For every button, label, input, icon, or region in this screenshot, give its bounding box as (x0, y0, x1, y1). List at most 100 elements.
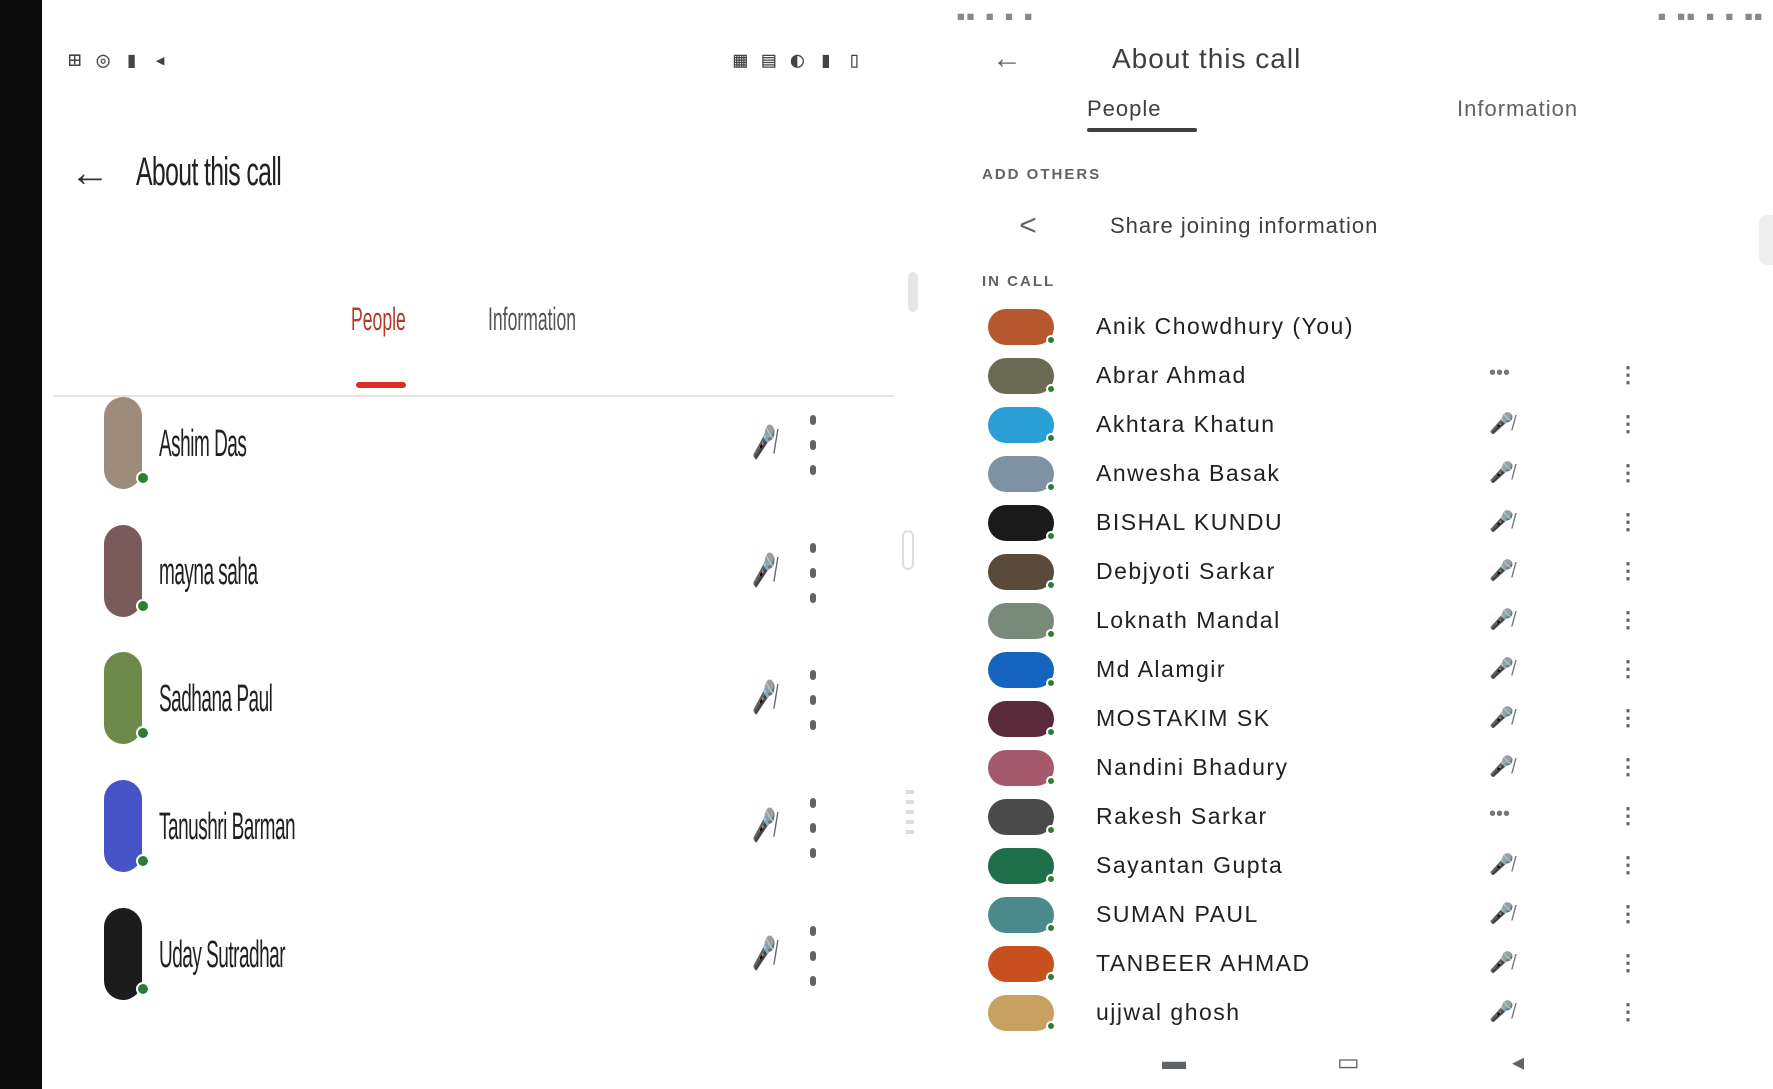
mic-off-icon: 🎤̸ (1489, 511, 1514, 533)
left-header: ← About this call (70, 150, 370, 195)
mic-off-icon: 🎤̸ (751, 552, 776, 588)
participant-name: MOSTAKIM SK (1096, 705, 1271, 731)
more-options-icon[interactable] (809, 543, 817, 603)
system-nav-bar: ▬ ▭ ◂ (932, 1040, 1773, 1080)
back-nav-icon[interactable]: ◂ (1512, 1048, 1524, 1077)
mic-off-icon: 🎤̸ (1489, 560, 1514, 582)
participant-name: Akhtara Khatun (1096, 411, 1276, 437)
mic-off-icon: 🎤̸ (1489, 658, 1514, 680)
participant-name: Anwesha Basak (1096, 460, 1281, 486)
participant-name: Nandini Bhadury (1096, 754, 1289, 780)
tab-information[interactable]: Information (1457, 96, 1578, 122)
participant-row[interactable]: Md Alamgir 🎤̸ ⋮ (982, 648, 1652, 692)
participant-row[interactable]: Tanushri Barman 🎤̸ (104, 776, 864, 876)
page-title: About this call (1112, 43, 1302, 74)
presence-badge (1046, 335, 1056, 345)
avatar (988, 652, 1056, 688)
participant-row[interactable]: TANBEER AHMAD 🎤̸ ⋮ (982, 942, 1652, 986)
in-call-header: IN CALL (982, 273, 1056, 290)
mic-off-icon: 🎤̸ (1489, 609, 1514, 631)
mic-off-icon: 🎤̸ (1489, 707, 1514, 729)
more-options-icon[interactable]: ⋮ (1617, 509, 1639, 535)
scroll-handle[interactable] (902, 530, 914, 570)
left-call-details-panel: ⊞ ◎ ▮ ◂ ▦ ▤ ◐ ▮ ▯ ← About this call Peop… (42, 0, 932, 1089)
avatar (988, 995, 1056, 1031)
participant-name: BISHAL KUNDU (1096, 509, 1284, 535)
presence-badge (1046, 727, 1056, 737)
left-black-border (0, 0, 42, 1089)
share-joining-info-button[interactable]: < Share joining information (982, 203, 1722, 249)
more-options-icon[interactable]: ⋮ (1617, 852, 1639, 878)
participant-name: Uday Sutradhar (159, 934, 286, 976)
presence-badge (1046, 923, 1056, 933)
participant-row[interactable]: Sayantan Gupta 🎤̸ ⋮ (982, 844, 1652, 888)
mic-off-icon: 🎤̸ (1489, 854, 1514, 876)
more-options-icon[interactable]: ⋮ (1617, 460, 1639, 486)
recent-apps-icon[interactable]: ▬ (1162, 1048, 1186, 1076)
participant-row[interactable]: BISHAL KUNDU 🎤̸ ⋮ (982, 501, 1652, 545)
right-status-icons-left: ▪▪ ▪ ▪ ▪ (956, 6, 1034, 25)
more-options-icon[interactable]: ⋮ (1617, 754, 1639, 780)
mic-off-icon: 🎤̸ (1489, 952, 1514, 974)
more-options-icon[interactable]: ⋮ (1617, 950, 1639, 976)
avatar (988, 897, 1056, 933)
presence-badge (1046, 825, 1056, 835)
drag-handle[interactable] (906, 790, 914, 834)
back-arrow-icon[interactable]: ← (70, 153, 110, 193)
more-options-icon[interactable] (809, 798, 817, 858)
add-others-header: ADD OTHERS (982, 166, 1102, 183)
edge-handle[interactable] (1759, 215, 1773, 265)
avatar (988, 309, 1056, 345)
more-options-icon[interactable]: ⋮ (1617, 705, 1639, 731)
participant-row[interactable]: Nandini Bhadury 🎤̸ ⋮ (982, 746, 1652, 790)
participant-row[interactable]: Uday Sutradhar 🎤̸ (104, 904, 864, 1004)
presence-badge (136, 854, 150, 868)
speaking-indicator-icon: ••• (1489, 803, 1511, 825)
more-options-icon[interactable]: ⋮ (1617, 411, 1639, 437)
participant-row[interactable]: Sadhana Paul 🎤̸ (104, 648, 864, 748)
participant-row[interactable]: Akhtara Khatun 🎤̸ ⋮ (982, 403, 1652, 447)
avatar (988, 358, 1056, 394)
participant-name: Ashim Das (159, 423, 247, 465)
more-options-icon[interactable]: ⋮ (1617, 362, 1639, 388)
back-arrow-icon[interactable]: ← (992, 42, 1032, 76)
avatar (988, 505, 1056, 541)
participant-row[interactable]: mayna saha 🎤̸ (104, 521, 864, 621)
more-options-icon[interactable]: ⋮ (1617, 999, 1639, 1025)
participant-name: Loknath Mandal (1096, 607, 1281, 633)
presence-badge (1046, 531, 1056, 541)
participant-row[interactable]: SUMAN PAUL 🎤̸ ⋮ (982, 893, 1652, 937)
scroll-handle[interactable] (908, 272, 918, 312)
presence-badge (1046, 972, 1056, 982)
mic-off-icon: 🎤̸ (1489, 756, 1514, 778)
more-options-icon[interactable]: ⋮ (1617, 656, 1639, 682)
more-options-icon[interactable]: ⋮ (1617, 558, 1639, 584)
avatar (104, 397, 150, 489)
tab-people[interactable]: People (351, 301, 406, 338)
tab-information[interactable]: Information (488, 301, 576, 338)
presence-badge (1046, 678, 1056, 688)
mic-off-icon: 🎤̸ (1489, 413, 1514, 435)
avatar (988, 407, 1056, 443)
participant-row[interactable]: Debjyoti Sarkar 🎤̸ ⋮ (982, 550, 1652, 594)
more-options-icon[interactable] (809, 415, 817, 475)
participant-row[interactable]: MOSTAKIM SK 🎤̸ ⋮ (982, 697, 1652, 741)
home-icon[interactable]: ▭ (1337, 1048, 1360, 1077)
more-options-icon[interactable]: ⋮ (1617, 803, 1639, 829)
participant-row[interactable]: Anwesha Basak 🎤̸ ⋮ (982, 452, 1652, 496)
participant-name: ujjwal ghosh (1096, 999, 1241, 1025)
participant-name: Abrar Ahmad (1096, 362, 1247, 388)
more-options-icon[interactable]: ⋮ (1617, 901, 1639, 927)
participant-row[interactable]: Loknath Mandal 🎤̸ ⋮ (982, 599, 1652, 643)
more-options-icon[interactable] (809, 926, 817, 986)
participant-name: Md Alamgir (1096, 656, 1227, 682)
participant-row[interactable]: Anik Chowdhury (You) (982, 305, 1652, 349)
tab-people[interactable]: People (1087, 96, 1162, 122)
participant-row[interactable]: ujjwal ghosh 🎤̸ ⋮ (982, 991, 1652, 1035)
participant-row[interactable]: Ashim Das 🎤̸ (104, 393, 864, 493)
participant-row[interactable]: Rakesh Sarkar ••• ⋮ (982, 795, 1652, 839)
more-options-icon[interactable] (809, 670, 817, 730)
participant-row[interactable]: Abrar Ahmad ••• ⋮ (982, 354, 1652, 398)
avatar (988, 799, 1056, 835)
more-options-icon[interactable]: ⋮ (1617, 607, 1639, 633)
